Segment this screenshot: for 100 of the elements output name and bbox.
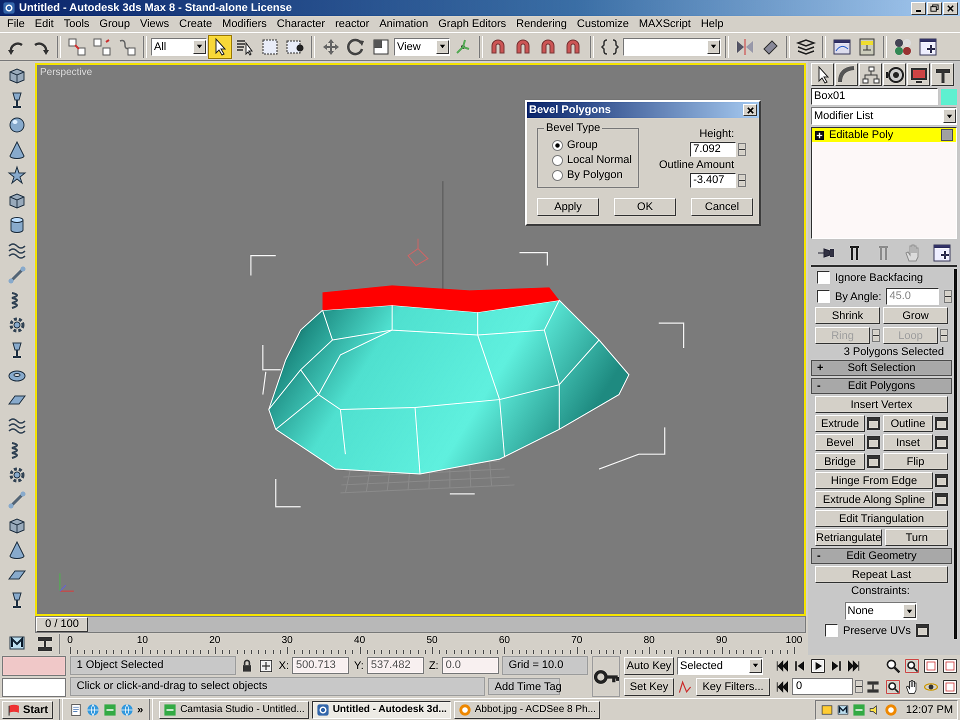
render-window-icon[interactable]: [918, 36, 938, 56]
panel-button[interactable]: Bevel: [815, 434, 865, 451]
frame-field[interactable]: 0: [792, 678, 853, 695]
restore-button[interactable]: [927, 2, 942, 14]
checkbox[interactable]: [817, 271, 830, 284]
expand-icon[interactable]: [815, 130, 824, 140]
folder-icon[interactable]: [820, 702, 834, 716]
key-mode-dropdown[interactable]: Selected: [677, 656, 763, 674]
menu-item[interactable]: MAXScript: [634, 18, 696, 30]
cone-icon[interactable]: [6, 140, 26, 160]
menu-item[interactable]: reactor: [330, 18, 374, 30]
set-key-button[interactable]: Set Key: [624, 678, 674, 696]
zoom-extents-all-icon[interactable]: [942, 658, 958, 674]
panel-button[interactable]: Outline: [883, 415, 933, 432]
go-to-start-icon[interactable]: [774, 658, 790, 674]
key-curve-icon[interactable]: [677, 678, 693, 694]
zoom-all-icon[interactable]: [904, 658, 920, 674]
panel-tab[interactable]: [931, 63, 954, 86]
panel-tab[interactable]: [907, 63, 930, 86]
y-coordinate-field[interactable]: 537.482: [366, 657, 424, 674]
object-name-field[interactable]: Box01: [811, 88, 938, 105]
absolute-mode-icon[interactable]: [258, 658, 274, 674]
rollout-header[interactable]: + Soft Selection: [811, 360, 952, 376]
settings-button[interactable]: [867, 455, 880, 468]
spinner-icon[interactable]: [855, 680, 863, 693]
go-to-end-icon[interactable]: [846, 658, 862, 674]
viewport[interactable]: Perspective Bevel Polygons Bevel Type Group Local Normal By Polygon Height: 7.092 Outline Amount -3.407 Apply OK Cancel: [35, 63, 806, 616]
cone-icon[interactable]: [6, 540, 26, 560]
constraints-dropdown[interactable]: None: [844, 602, 916, 620]
configure-icon[interactable]: [932, 243, 952, 263]
wave-icon[interactable]: [6, 415, 26, 435]
menu-item[interactable]: Help: [696, 18, 728, 30]
curve-editor-icon[interactable]: [832, 36, 852, 56]
spinner-icon[interactable]: [944, 290, 952, 303]
zoom-region-icon[interactable]: [885, 678, 901, 694]
key-filters-button[interactable]: Key Filters...: [696, 678, 770, 696]
key-mode-icon[interactable]: [774, 678, 790, 694]
named-selection-icon[interactable]: [600, 36, 620, 56]
dialog-button[interactable]: OK: [614, 198, 676, 216]
settings-button[interactable]: [935, 417, 948, 430]
panel-button[interactable]: Shrink: [815, 307, 880, 324]
panel-button[interactable]: Insert Vertex: [815, 396, 948, 413]
menu-item[interactable]: Create: [174, 18, 218, 30]
close-button[interactable]: [743, 104, 757, 116]
link-icon[interactable]: [67, 36, 87, 56]
menu-item[interactable]: Customize: [572, 18, 634, 30]
dialog-button[interactable]: Apply: [537, 198, 599, 216]
coordinate-system-dropdown[interactable]: View: [394, 38, 450, 56]
add-time-tag-button[interactable]: Add Time Tag: [488, 678, 560, 695]
script-icon[interactable]: [836, 702, 850, 716]
bone-icon[interactable]: [6, 490, 26, 510]
menu-item[interactable]: Rendering: [511, 18, 572, 30]
unlink-icon[interactable]: [92, 36, 112, 56]
bone-icon[interactable]: [6, 265, 26, 285]
time-configuration-icon[interactable]: [865, 678, 881, 694]
zoom-icon[interactable]: [885, 658, 901, 674]
more-quick-launch[interactable]: »: [137, 704, 144, 716]
angle-field[interactable]: 45.0: [886, 288, 939, 305]
panel-button[interactable]: Flip: [883, 453, 948, 470]
move-icon[interactable]: [321, 36, 341, 56]
toggle-square-icon[interactable]: [941, 129, 953, 141]
script-listener-field[interactable]: [2, 656, 66, 676]
outline-amount-field[interactable]: -3.407: [690, 173, 736, 188]
checkbox[interactable]: [817, 290, 830, 303]
gear-icon[interactable]: [6, 465, 26, 485]
settings-button[interactable]: [867, 436, 880, 449]
menu-item[interactable]: Character: [272, 18, 330, 30]
zoom-extents-icon[interactable]: [923, 658, 939, 674]
wave-icon[interactable]: [6, 240, 26, 260]
radio-option[interactable]: Local Normal: [552, 154, 630, 166]
maximize-viewport-icon[interactable]: [942, 678, 958, 694]
document-icon[interactable]: [69, 702, 84, 716]
schematic-view-icon[interactable]: [857, 36, 877, 56]
checkbox[interactable]: [825, 624, 838, 637]
time-configuration-icon[interactable]: [35, 634, 55, 654]
settings-button[interactable]: [935, 474, 948, 487]
gear-icon[interactable]: [6, 315, 26, 335]
trackbar[interactable]: 0 10 20 30 40 50 60 70 80 90 100: [59, 634, 804, 654]
taskbar-button[interactable]: Abbot.jpg - ACDSee 8 Ph...: [454, 700, 600, 718]
z-coordinate-field[interactable]: 0.0: [442, 657, 499, 674]
panel-button[interactable]: Retriangulate: [815, 529, 882, 546]
panel-button[interactable]: Inset: [883, 434, 933, 451]
taskbar-button[interactable]: Untitled - Autodesk 3d...: [312, 700, 451, 718]
panel-button[interactable]: Grow: [883, 307, 948, 324]
rollout-header[interactable]: - Edit Geometry: [811, 548, 952, 564]
panel-button[interactable]: Turn: [885, 529, 948, 546]
modifier-list-dropdown[interactable]: Modifier List: [811, 107, 957, 125]
radio-option[interactable]: Group: [552, 139, 630, 151]
x-coordinate-field[interactable]: 500.713: [292, 657, 350, 674]
minimize-button[interactable]: [911, 2, 926, 14]
sphere-icon[interactable]: [6, 115, 26, 135]
panel-tab[interactable]: [883, 63, 906, 86]
spinner-icon[interactable]: [738, 143, 746, 156]
script-listener-field[interactable]: [2, 678, 66, 697]
play-icon[interactable]: [810, 658, 826, 674]
panel-tab[interactable]: [835, 63, 858, 86]
panel-button[interactable]: Extrude Along Spline: [815, 491, 933, 508]
start-button[interactable]: Start: [2, 700, 54, 718]
layers-icon[interactable]: [796, 36, 816, 56]
close-button[interactable]: [943, 2, 958, 14]
